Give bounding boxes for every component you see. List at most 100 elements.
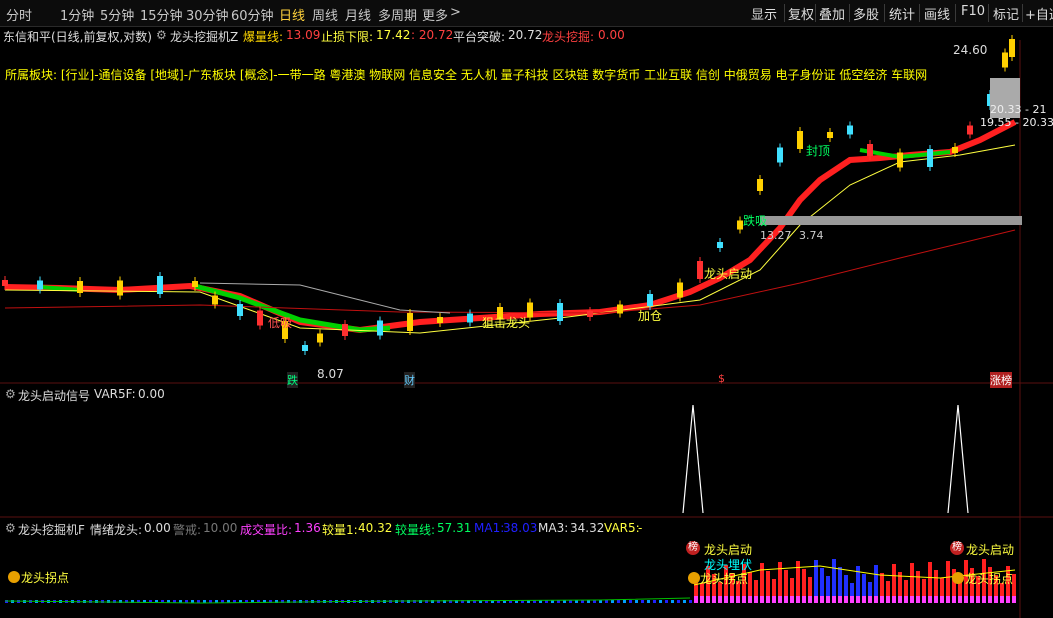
tab-30min[interactable]: 30分钟 bbox=[186, 5, 229, 24]
jl1-value: 40.32 bbox=[358, 521, 393, 535]
candle-body bbox=[2, 280, 8, 286]
guidian-icon bbox=[688, 572, 700, 584]
volume-bar bbox=[730, 596, 734, 603]
volume-bar bbox=[946, 596, 950, 603]
candle-body bbox=[302, 345, 308, 351]
volume-bar bbox=[706, 596, 710, 603]
volume-bar bbox=[916, 596, 920, 603]
volume-bar bbox=[868, 596, 872, 603]
warn-value: 10.00 bbox=[203, 521, 238, 535]
volume-bar bbox=[922, 596, 926, 603]
settings-icon[interactable]: ⚙ bbox=[5, 387, 16, 401]
candle-body bbox=[757, 179, 763, 191]
candle-body bbox=[317, 333, 323, 343]
candle-body bbox=[717, 242, 723, 248]
tab-15min[interactable]: 15分钟 bbox=[140, 5, 183, 24]
tab-weekly[interactable]: 周线 bbox=[312, 5, 338, 24]
bang-badge: 榜 bbox=[686, 541, 700, 555]
jlx-value: 57.31 bbox=[437, 521, 472, 535]
candle-body bbox=[1009, 39, 1015, 57]
candle-body bbox=[37, 280, 43, 290]
candle-body bbox=[557, 303, 563, 321]
panel2-var-label: VAR5F: bbox=[94, 387, 136, 401]
high-price-label: 24.60 bbox=[953, 43, 988, 57]
candle-body bbox=[897, 152, 903, 168]
display-button[interactable]: 显示 bbox=[751, 4, 777, 23]
volume-bar bbox=[796, 596, 800, 603]
volume-bar bbox=[700, 596, 704, 603]
mood-value: 0.00 bbox=[144, 521, 171, 535]
rights-button[interactable]: 复权 bbox=[788, 4, 814, 23]
overlay-button[interactable]: 叠加 bbox=[819, 4, 845, 23]
f10-button[interactable]: F10 bbox=[961, 4, 985, 19]
candle-body bbox=[697, 261, 703, 279]
volume-bar bbox=[850, 596, 854, 603]
volume-bar bbox=[826, 596, 830, 603]
zhangbang-marker: 涨榜 bbox=[990, 372, 1012, 388]
divider bbox=[955, 4, 956, 22]
candle-body bbox=[342, 324, 348, 336]
settings-icon[interactable]: ⚙ bbox=[5, 521, 16, 535]
volume-bar bbox=[1000, 596, 1004, 603]
panel3-title: 龙头挖掘机F bbox=[18, 523, 85, 537]
candle-body bbox=[192, 281, 198, 287]
volume-bar bbox=[605, 600, 608, 603]
multi-stock-button[interactable]: 多股 bbox=[853, 4, 879, 23]
volume-bar bbox=[635, 600, 638, 603]
price-box-lower: 19.55 - 20.33 bbox=[980, 116, 1053, 129]
candle-body bbox=[927, 149, 933, 167]
candle-body bbox=[377, 320, 383, 336]
volume-bar bbox=[904, 596, 908, 603]
level-a-label: 13.27 bbox=[760, 229, 792, 242]
volume-bar bbox=[892, 596, 896, 603]
tab-more[interactable]: 更多 bbox=[422, 5, 448, 24]
signal-guidian-left: 龙头拐点 bbox=[21, 571, 70, 585]
tab-daily[interactable]: 日线 bbox=[279, 5, 305, 24]
draw-line-button[interactable]: 画线 bbox=[924, 4, 950, 23]
dixi-label: 低吸 bbox=[268, 316, 293, 330]
tab-multi-period[interactable]: 多周期 bbox=[378, 5, 417, 24]
tab-1min[interactable]: 1分钟 bbox=[60, 5, 94, 24]
add-watchlist-button[interactable]: +自选 bbox=[1025, 4, 1053, 23]
volume-bar bbox=[748, 596, 752, 603]
volume-bar bbox=[838, 596, 842, 603]
volume-bar bbox=[718, 596, 722, 603]
volume-bar bbox=[647, 600, 650, 603]
low-price-label: 8.07 bbox=[317, 367, 344, 381]
resistance-bar bbox=[760, 216, 1022, 225]
signal-qidong-2: 龙头启动 bbox=[966, 543, 1015, 557]
volume-bar bbox=[844, 596, 848, 603]
volume-bar bbox=[754, 596, 758, 603]
volume-bar bbox=[653, 600, 656, 603]
candle-body bbox=[847, 125, 853, 135]
ma3-label: MA3: bbox=[538, 521, 569, 535]
divider bbox=[1022, 4, 1023, 22]
candle-body bbox=[797, 131, 803, 149]
volume-bar bbox=[407, 600, 410, 603]
volume-bar bbox=[671, 600, 674, 603]
volume-bar bbox=[617, 600, 620, 603]
volume-bar bbox=[940, 596, 944, 603]
volume-bar bbox=[724, 596, 728, 603]
tab-5min[interactable]: 5分钟 bbox=[100, 5, 134, 24]
stats-button[interactable]: 统计 bbox=[889, 4, 915, 23]
volume-bar bbox=[1012, 596, 1016, 603]
warn-label: 警戒: bbox=[173, 523, 202, 537]
volume-bar bbox=[862, 596, 866, 603]
volume-bar bbox=[970, 596, 974, 603]
divider bbox=[919, 4, 920, 22]
divider bbox=[815, 4, 816, 22]
volume-bar bbox=[910, 596, 914, 603]
mark-button[interactable]: 标记 bbox=[993, 4, 1019, 23]
period-toolbar: 分时 1分钟 5分钟 15分钟 30分钟 60分钟 日线 周线 月线 多周期 更… bbox=[0, 0, 1053, 27]
ma1-value: 38.03 bbox=[503, 521, 538, 535]
tab-fenshi[interactable]: 分时 bbox=[6, 5, 32, 24]
volume-bar bbox=[856, 596, 860, 603]
ma-red-band bbox=[4, 119, 1017, 334]
tab-60min[interactable]: 60分钟 bbox=[231, 5, 274, 24]
volume-bar bbox=[629, 600, 632, 603]
tab-monthly[interactable]: 月线 bbox=[345, 5, 371, 24]
chevron-right-icon[interactable]: > bbox=[450, 5, 461, 20]
candle-body bbox=[437, 317, 443, 323]
ma1-label: MA1: bbox=[474, 521, 505, 535]
